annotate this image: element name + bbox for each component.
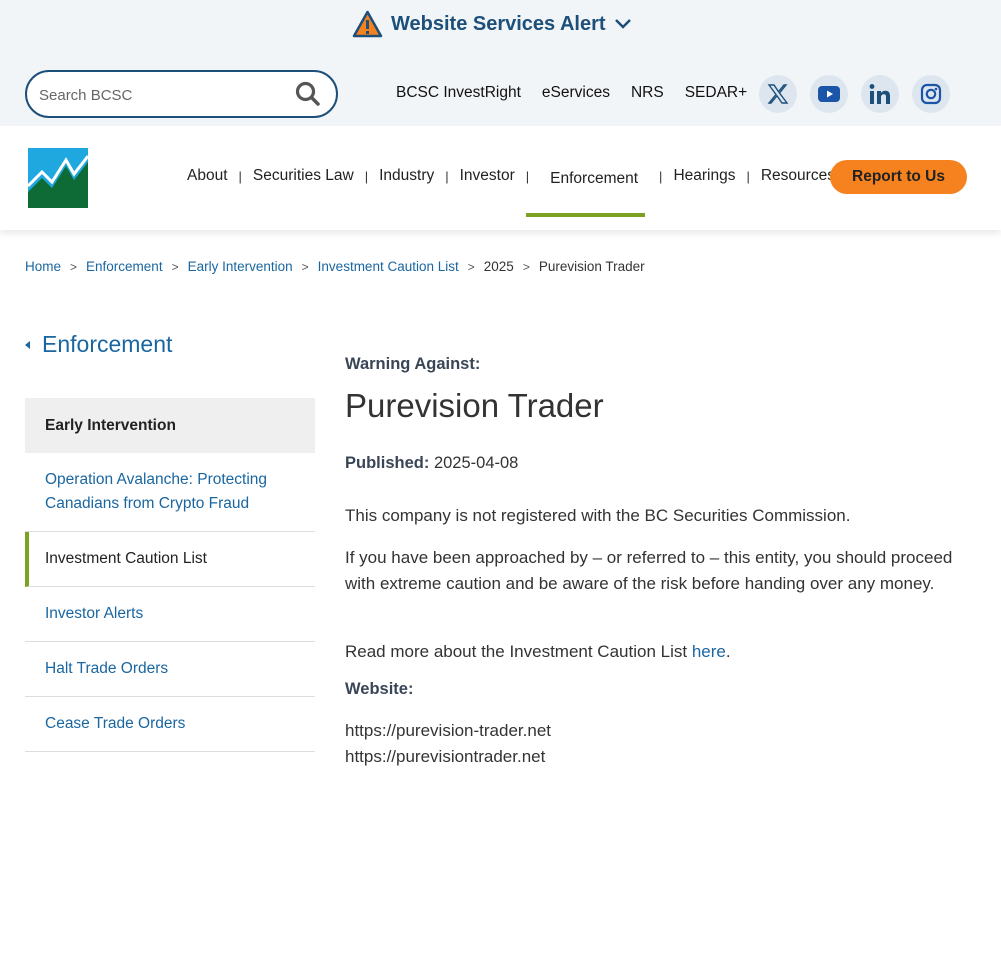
breadcrumb-separator: > bbox=[171, 259, 179, 274]
website-label: Website: bbox=[345, 680, 414, 698]
breadcrumb-investment-caution-list[interactable]: Investment Caution List bbox=[318, 259, 459, 274]
breadcrumb-separator: > bbox=[301, 259, 309, 274]
sidebar-back-link[interactable]: Enforcement bbox=[25, 331, 172, 358]
search-icon[interactable] bbox=[295, 81, 321, 107]
sidebar-item-early-intervention[interactable]: Early Intervention bbox=[25, 398, 315, 453]
link-sedar-plus[interactable]: SEDAR+ bbox=[685, 84, 747, 102]
primary-nav: About | Securities Law | Industry | Inve… bbox=[187, 164, 835, 188]
link-bcsc-investright[interactable]: BCSC InvestRight bbox=[396, 84, 521, 102]
breadcrumb-home[interactable]: Home bbox=[25, 259, 61, 274]
registration-notice: This company is not registered with the … bbox=[345, 506, 851, 525]
nav-hearings[interactable]: Hearings bbox=[673, 167, 735, 185]
breadcrumb-separator: > bbox=[522, 259, 530, 274]
warning-label: Warning Against: bbox=[345, 355, 481, 373]
search-input[interactable] bbox=[39, 82, 279, 108]
nav-investor[interactable]: Investor bbox=[460, 167, 515, 185]
sidebar-item-cease-trade-orders[interactable]: Cease Trade Orders bbox=[25, 697, 315, 752]
nav-separator: | bbox=[445, 168, 449, 184]
nav-enforcement[interactable]: Enforcement bbox=[540, 170, 648, 188]
website-url: https://purevisiontrader.net bbox=[345, 747, 546, 766]
chevron-down-icon bbox=[614, 19, 631, 29]
nav-securities-law[interactable]: Securities Law bbox=[253, 167, 354, 185]
breadcrumb-early-intervention[interactable]: Early Intervention bbox=[188, 259, 293, 274]
bcsc-logo[interactable] bbox=[28, 148, 88, 208]
youtube-icon[interactable] bbox=[810, 75, 848, 113]
utility-links: BCSC InvestRight eServices NRS SEDAR+ bbox=[396, 84, 768, 102]
read-more-suffix: . bbox=[725, 642, 731, 661]
published-line: Published: 2025-04-08 bbox=[345, 454, 518, 473]
nav-about[interactable]: About bbox=[187, 167, 228, 185]
read-more-paragraph: Read more about the Investment Caution L… bbox=[345, 639, 731, 665]
sidebar-item-investor-alerts[interactable]: Investor Alerts bbox=[25, 587, 315, 642]
alert-label: Website Services Alert bbox=[391, 12, 606, 35]
sidebar-nav: Early Intervention Operation Avalanche: … bbox=[25, 398, 315, 752]
report-to-us-button[interactable]: Report to Us bbox=[830, 160, 967, 194]
search-box bbox=[25, 70, 338, 118]
nav-industry[interactable]: Industry bbox=[379, 167, 434, 185]
caret-left-icon bbox=[25, 340, 30, 349]
sidebar-item-halt-trade-orders[interactable]: Halt Trade Orders bbox=[25, 642, 315, 697]
link-nrs[interactable]: NRS bbox=[631, 84, 664, 102]
nav-separator: | bbox=[659, 168, 663, 184]
warning-icon bbox=[352, 10, 383, 38]
breadcrumb-current: Purevision Trader bbox=[538, 259, 645, 274]
nav-separator: | bbox=[364, 168, 369, 184]
sidebar-section-title: Enforcement bbox=[42, 331, 173, 357]
breadcrumb-year: 2025 bbox=[483, 259, 514, 274]
link-eservices[interactable]: eServices bbox=[542, 84, 610, 102]
read-more-link[interactable]: here bbox=[692, 642, 726, 661]
published-date: 2025-04-08 bbox=[433, 454, 519, 472]
breadcrumb: Home > Enforcement > Early Intervention … bbox=[25, 259, 645, 274]
linkedin-icon[interactable] bbox=[861, 75, 899, 113]
published-label: Published: bbox=[345, 454, 430, 472]
website-services-alert[interactable]: Website Services Alert bbox=[352, 9, 632, 39]
sidebar-item-operation-avalanche[interactable]: Operation Avalanche: Protecting Canadian… bbox=[25, 453, 315, 532]
breadcrumb-separator: > bbox=[467, 259, 475, 274]
caution-paragraph: If you have been approached by – or refe… bbox=[345, 548, 953, 593]
website-url: https://purevision-trader.net bbox=[345, 721, 552, 740]
main-navbar: About | Securities Law | Industry | Inve… bbox=[0, 126, 1001, 230]
nav-resources[interactable]: Resources bbox=[761, 167, 835, 185]
website-list: https://purevision-trader.net https://pu… bbox=[345, 718, 551, 770]
nav-separator: | bbox=[238, 168, 242, 184]
utility-bar: Website Services Alert BCSC InvestRight … bbox=[0, 0, 1001, 126]
nav-separator: | bbox=[525, 168, 530, 184]
page-title: Purevision Trader bbox=[345, 387, 604, 424]
breadcrumb-separator: > bbox=[70, 259, 78, 274]
x-twitter-icon[interactable] bbox=[759, 75, 797, 113]
read-more-text: Read more about the Investment Caution L… bbox=[345, 642, 692, 661]
active-nav-indicator bbox=[526, 213, 645, 217]
breadcrumb-enforcement[interactable]: Enforcement bbox=[86, 259, 163, 274]
sidebar-item-investment-caution-list[interactable]: Investment Caution List bbox=[25, 532, 315, 587]
instagram-icon[interactable] bbox=[912, 75, 950, 113]
nav-separator: | bbox=[746, 168, 750, 184]
